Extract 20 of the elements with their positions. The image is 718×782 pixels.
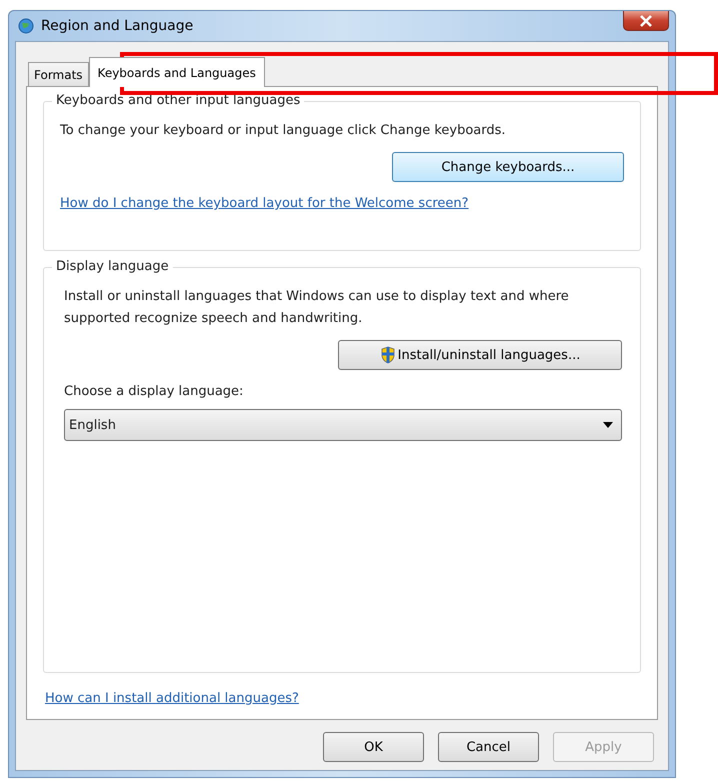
install-languages-button[interactable]: Install/uninstall languages... [338,340,622,370]
close-icon [639,14,653,26]
help-link[interactable]: How can I install additional languages? [45,691,641,706]
dialog-button[interactable]: Cancel [438,732,539,762]
dropdown-arrow-icon [603,422,613,428]
globe-icon [17,17,35,35]
tab[interactable]: Formats [28,62,89,86]
tab[interactable]: Keyboards and Languages [88,57,265,87]
window-title: Region and Language [41,18,194,34]
description-text: To change your keyboard or input language click Change keyboards. [60,122,507,140]
shield-icon [380,346,396,364]
language-dropdown[interactable]: English [64,409,622,441]
dialog-button[interactable]: OK [323,732,424,762]
dropdown-label: Choose a display language: [64,384,244,399]
group-title: Display language [52,259,173,274]
help-link[interactable]: How do I change the keyboard layout for the Welcome screen? [60,196,624,211]
group-title: Keyboards and other input languages [52,93,304,108]
change-keyboards-button[interactable]: Change keyboards... [392,152,624,182]
description-text: Install or uninstall languages that Windows can use to display text and where supported recognize speech and handwriting. [64,288,570,328]
close-button[interactable] [623,11,669,31]
